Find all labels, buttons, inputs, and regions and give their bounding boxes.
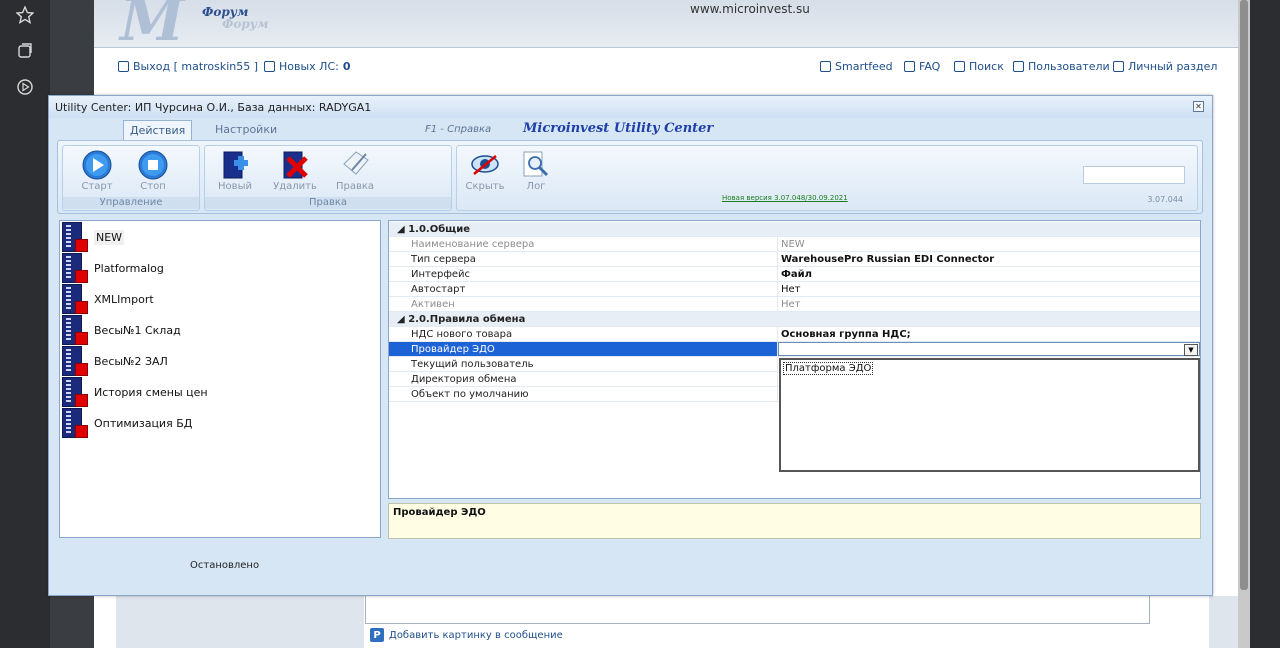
collapse-icon[interactable]: ◢ — [397, 224, 405, 235]
table-row-selected[interactable]: Провайдер ЭДО ▼ — [389, 342, 1200, 357]
star-icon[interactable] — [12, 2, 38, 28]
list-item[interactable]: Platformalog — [62, 253, 362, 283]
forum-nav: Выход [ matroskin55 ] Новых ЛС: 0 Smartfe… — [94, 60, 1238, 78]
stop-icon — [137, 150, 169, 180]
smartfeed-link[interactable]: Smartfeed — [820, 60, 893, 73]
start-button[interactable]: Старт — [73, 150, 121, 196]
search-input[interactable] — [1083, 166, 1185, 184]
page-scrollbar-thumb[interactable] — [1240, 0, 1248, 590]
list-item[interactable]: История смены цен — [62, 377, 362, 407]
log-button[interactable]: Лог — [512, 150, 560, 196]
new-button[interactable]: Новый — [211, 150, 259, 196]
chevron-down-icon[interactable]: ▼ — [1184, 344, 1198, 356]
add-image-link[interactable]: P Добавить картинку в сообщение — [370, 628, 563, 642]
users-icon — [1013, 61, 1024, 72]
database-icon — [62, 315, 88, 345]
version-label: 3.07.044 — [1147, 195, 1183, 204]
new-pm-count: 0 — [342, 60, 351, 73]
ribbon-tabs: Действия Настройки F1 - Справка Microinv… — [49, 118, 1212, 141]
table-row[interactable]: НДС нового товара Основная группа НДС; — [389, 327, 1200, 342]
forum-post-sidebar — [116, 596, 364, 648]
category-exchange-rules[interactable]: ◢ 2.0.Правила обмена — [389, 312, 1200, 327]
dropdown-option[interactable]: Платформа ЭДО — [783, 362, 874, 375]
list-item[interactable]: Весы№1 Склад — [62, 315, 362, 345]
edit-button[interactable]: Правка — [331, 150, 379, 196]
description-title: Провайдер ЭДО — [393, 507, 486, 518]
new-version-link[interactable]: Новая версия 3.07.048/30.09.2021 — [722, 194, 848, 202]
status-text: Остановлено — [190, 560, 260, 571]
table-row[interactable]: Наименование сервера NEW — [389, 237, 1200, 252]
add-icon — [219, 150, 251, 180]
table-row[interactable]: Интерфейс Файл — [389, 267, 1200, 282]
database-icon — [62, 222, 88, 252]
search-link[interactable]: Поиск — [954, 60, 1004, 73]
eye-icon — [469, 150, 501, 180]
list-item[interactable]: XMLImport — [62, 284, 362, 314]
database-icon — [62, 253, 88, 283]
table-row[interactable]: Активен Нет — [389, 297, 1200, 312]
forum-url: www.microinvest.su — [690, 2, 810, 16]
category-general[interactable]: ◢ 1.0.Общие — [389, 222, 1200, 237]
ribbon: Старт Стоп Управление Новый Удалить Прав… — [57, 140, 1203, 214]
forum-logo-shadow: Форум — [222, 17, 269, 31]
ribbon-group-edit: Новый Удалить Правка Правка — [204, 145, 452, 211]
new-pm-link[interactable]: Новых ЛС: 0 — [264, 60, 351, 73]
stop-button[interactable]: Стоп — [129, 150, 177, 196]
close-icon[interactable]: ✕ — [1193, 101, 1204, 112]
browser-sidebar — [0, 0, 50, 648]
table-row[interactable]: Тип сервера WarehousePro Russian EDI Conn… — [389, 252, 1200, 267]
ribbon-group-control: Старт Стоп Управление — [62, 145, 200, 211]
tab-actions[interactable]: Действия — [123, 120, 193, 141]
list-item[interactable]: NEW — [62, 222, 362, 252]
play-circle-icon[interactable] — [12, 74, 38, 100]
play-icon — [81, 150, 113, 180]
connector-list: NEW Platformalog XMLImport Весы№1 Склад … — [59, 220, 381, 538]
forum-header: M Форум Форум www.microinvest.su — [94, 0, 1238, 54]
property-grid: ◢ 1.0.Общие Наименование сервера NEW Тип … — [388, 220, 1201, 499]
personal-link[interactable]: Личный раздел — [1113, 60, 1217, 73]
delete-button[interactable]: Удалить — [271, 150, 319, 196]
rss-icon — [820, 61, 831, 72]
logout-link[interactable]: Выход [ matroskin55 ] — [118, 60, 258, 73]
database-icon — [62, 346, 88, 376]
magnifier-icon — [520, 150, 552, 180]
forum-logo: M — [120, 0, 184, 54]
list-item[interactable]: Весы№2 ЗАЛ — [62, 346, 362, 376]
hide-button[interactable]: Скрыть — [461, 150, 509, 196]
collapse-icon[interactable]: ◢ — [397, 314, 405, 325]
database-icon — [62, 284, 88, 314]
utility-center-window: Utility Center: ИП Чурсина О.И., База да… — [48, 95, 1213, 596]
power-icon — [118, 61, 129, 72]
collections-icon[interactable] — [12, 38, 38, 64]
window-title: Utility Center: ИП Чурсина О.И., База да… — [55, 101, 372, 114]
users-link[interactable]: Пользователи — [1013, 60, 1110, 73]
group-label-control: Управление — [63, 197, 199, 209]
picture-icon: P — [370, 628, 384, 642]
brand-title: Microinvest Utility Center — [523, 121, 714, 136]
ribbon-group-view: Скрыть Лог Новая версия 3.07.048/30.09.2… — [456, 145, 1198, 211]
user-icon — [1113, 61, 1124, 72]
search-icon — [954, 61, 965, 72]
edo-provider-select[interactable]: ▼ — [778, 342, 1200, 356]
description-panel: Провайдер ЭДО — [388, 503, 1201, 539]
message-textarea[interactable] — [365, 592, 1150, 624]
mail-icon — [264, 61, 275, 72]
group-label-edit: Правка — [205, 197, 451, 209]
list-item[interactable]: Оптимизация БД — [62, 408, 362, 438]
tab-settings[interactable]: Настройки — [209, 120, 283, 141]
edo-provider-dropdown-list: Платформа ЭДО — [779, 358, 1200, 472]
help-icon — [904, 61, 915, 72]
window-titlebar[interactable]: Utility Center: ИП Чурсина О.И., База да… — [49, 96, 1212, 118]
database-icon — [62, 377, 88, 407]
edit-icon — [339, 150, 371, 180]
faq-link[interactable]: FAQ — [904, 60, 940, 73]
delete-icon — [279, 150, 311, 180]
forum-right-column — [1209, 596, 1238, 648]
help-hint: F1 - Справка — [425, 124, 492, 135]
database-icon — [62, 408, 88, 438]
table-row[interactable]: Автостарт Нет — [389, 282, 1200, 297]
